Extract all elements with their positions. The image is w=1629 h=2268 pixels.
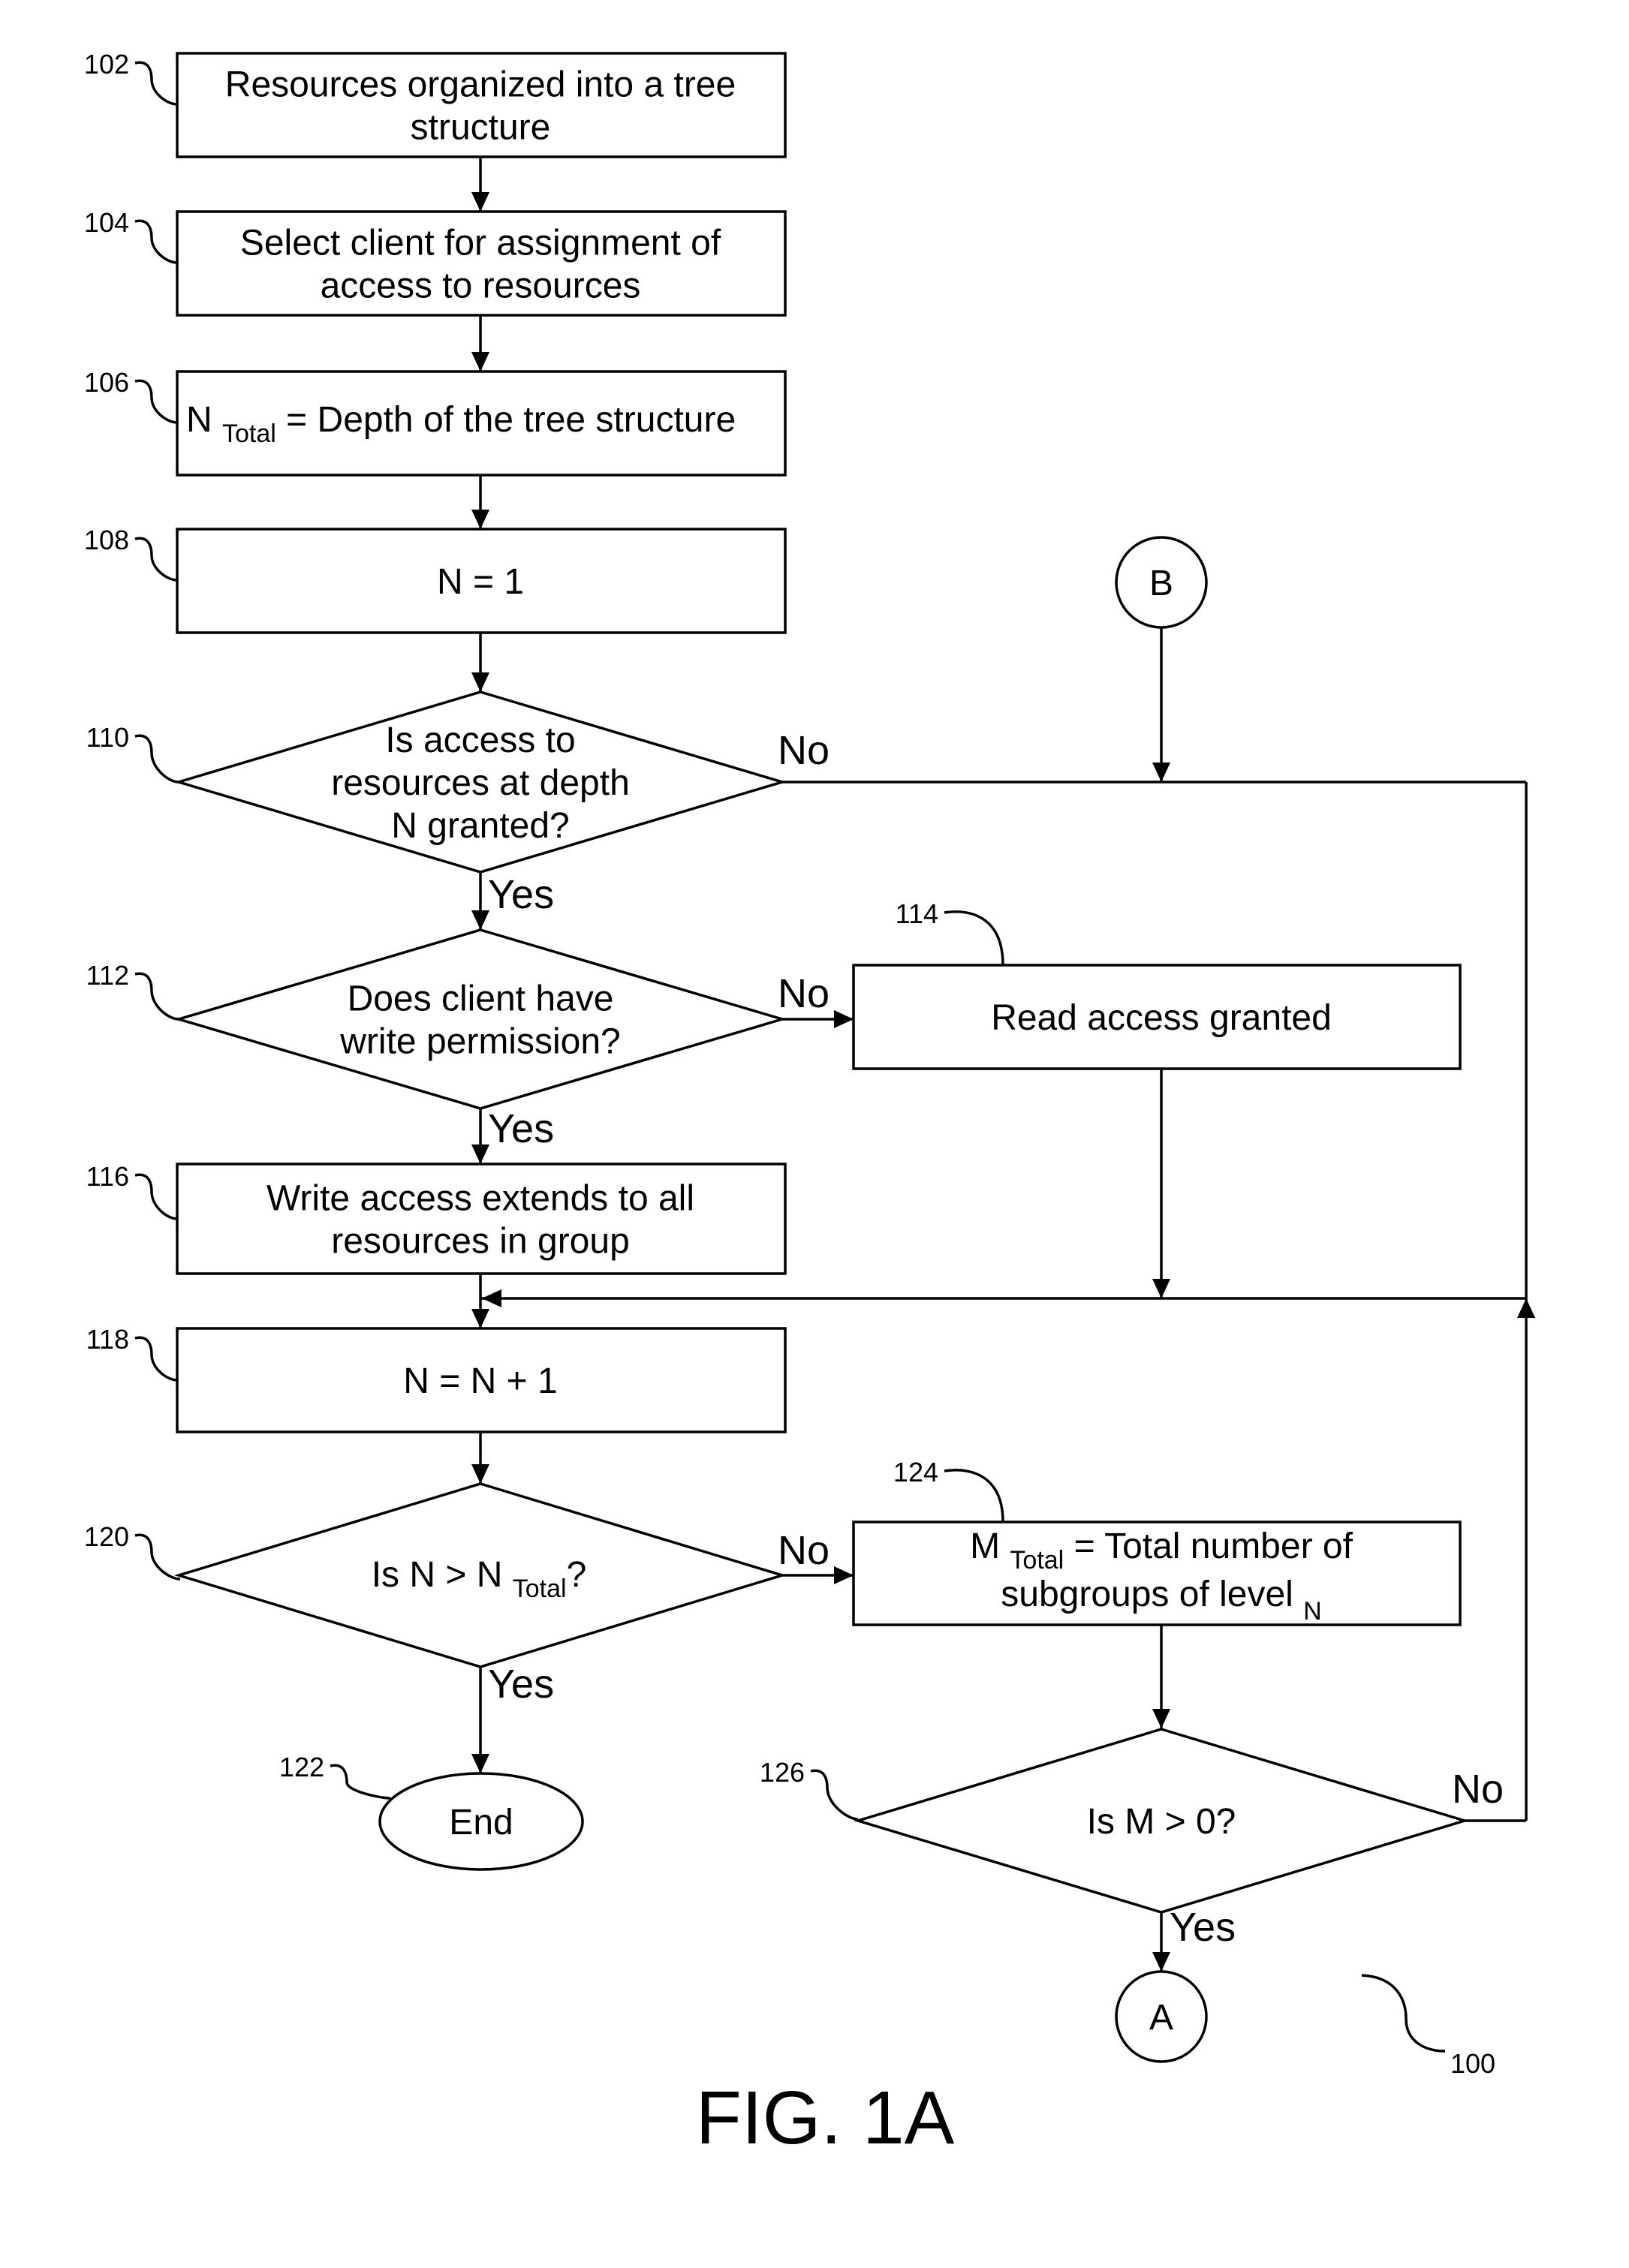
step-122-leader-line xyxy=(330,1764,391,1800)
step-108-leader-line xyxy=(134,537,178,582)
figure-reference-leader-line xyxy=(1361,1974,1446,2053)
edge-label-126-no: No xyxy=(1452,1767,1504,1812)
step-118-leader-line xyxy=(134,1336,178,1382)
step-102-leader-line xyxy=(134,61,178,106)
step-114-ref-label: 114 xyxy=(896,898,938,929)
step-124-ref-label: 124 xyxy=(893,1457,938,1487)
connector-b-label: B xyxy=(1149,564,1173,603)
step-120-leader-line xyxy=(134,1533,181,1581)
step-116-leader-line xyxy=(134,1173,178,1220)
figure-reference-label: 100 xyxy=(1450,2048,1495,2079)
step-126-ref-label: 126 xyxy=(760,1757,805,1788)
step-112-ref-label: 112 xyxy=(86,960,129,991)
connector-a-label: A xyxy=(1149,1998,1173,2038)
edge-label-120-no: No xyxy=(778,1528,830,1573)
flow-arrowhead xyxy=(471,192,489,212)
flow-arrowhead xyxy=(471,352,489,371)
step-104-ref-label: 104 xyxy=(84,207,129,238)
flow-arrowhead xyxy=(1152,1952,1170,1972)
flow-arrowhead xyxy=(1152,1279,1170,1298)
step-106-leader-line xyxy=(134,379,178,424)
decision-110-text-line: resources at depth xyxy=(331,763,630,803)
step-122-ref-label: 122 xyxy=(279,1752,324,1782)
edge-label-112-yes: Yes xyxy=(488,1106,554,1151)
step-116-ref-label: 116 xyxy=(86,1161,129,1192)
step-108-ref-label: 108 xyxy=(84,525,129,555)
step-110-leader-line xyxy=(134,734,179,784)
step-102-ref-label: 102 xyxy=(84,49,129,80)
step-114-leader-line xyxy=(944,910,1004,966)
flow-arrowhead xyxy=(1152,1709,1170,1728)
step-110-ref-label: 110 xyxy=(86,722,129,753)
edge-label-120-yes: Yes xyxy=(488,1662,554,1707)
step-124-leader-line xyxy=(944,1469,1004,1523)
figure-title: FIG. 1A xyxy=(696,2076,955,2160)
edge-label-112-no: No xyxy=(778,971,830,1016)
step-126-leader-line xyxy=(810,1769,859,1821)
flow-arrowhead xyxy=(834,1010,854,1028)
flow-arrowhead xyxy=(471,1145,489,1164)
step-112-leader-line xyxy=(134,972,179,1021)
process-box-104-text-line: access to resources xyxy=(321,266,641,306)
process-box-102-text-line: structure xyxy=(411,108,551,148)
flow-arrowhead xyxy=(471,1754,489,1773)
decision-110-text-line: Is access to xyxy=(385,720,575,760)
process-box-116-text-line: Write access extends to all xyxy=(266,1179,694,1219)
step-118-ref-label: 118 xyxy=(86,1324,129,1355)
decision-126-text-line: Is M > 0? xyxy=(1087,1802,1236,1842)
flow-arrowhead xyxy=(471,510,489,529)
edge-label-126-yes: Yes xyxy=(1170,1905,1236,1950)
flow-arrowhead xyxy=(471,672,489,692)
step-104-leader-line xyxy=(134,219,178,264)
edge-label-110-no: No xyxy=(778,728,830,773)
flow-arrowhead xyxy=(471,1464,489,1484)
flow-arrowhead xyxy=(1517,1298,1535,1318)
decision-diamond-112 xyxy=(173,928,787,1110)
flow-arrowhead xyxy=(471,910,489,930)
terminator-end-label: End xyxy=(449,1803,513,1842)
process-box-102-text-line: Resources organized into a tree xyxy=(225,65,736,105)
step-120-ref-label: 120 xyxy=(84,1521,129,1552)
edge-label-110-yes: Yes xyxy=(488,872,554,917)
decision-110-text-line: N granted? xyxy=(391,806,570,846)
flow-arrowhead xyxy=(482,1289,501,1307)
flowchart-figure: FIG. 1A 100 102 104 106 108 Resources organi… xyxy=(84,49,1535,2160)
flow-arrowhead xyxy=(834,1566,854,1584)
process-box-108-text-line: N = 1 xyxy=(437,562,524,602)
process-box-104-text-line: Select client for assignment of xyxy=(240,224,721,263)
flow-arrowhead xyxy=(471,1309,489,1328)
step-106-ref-label: 106 xyxy=(84,367,129,398)
process-box-116-text-line: resources in group xyxy=(331,1222,630,1262)
decision-112-text-line: write permission? xyxy=(339,1022,620,1062)
process-box-114-text-line: Read access granted xyxy=(991,998,1332,1038)
decision-112-text-line: Does client have xyxy=(348,979,614,1019)
flow-arrowhead xyxy=(1152,763,1170,782)
process-box-118-text-line: N = N + 1 xyxy=(403,1361,557,1401)
